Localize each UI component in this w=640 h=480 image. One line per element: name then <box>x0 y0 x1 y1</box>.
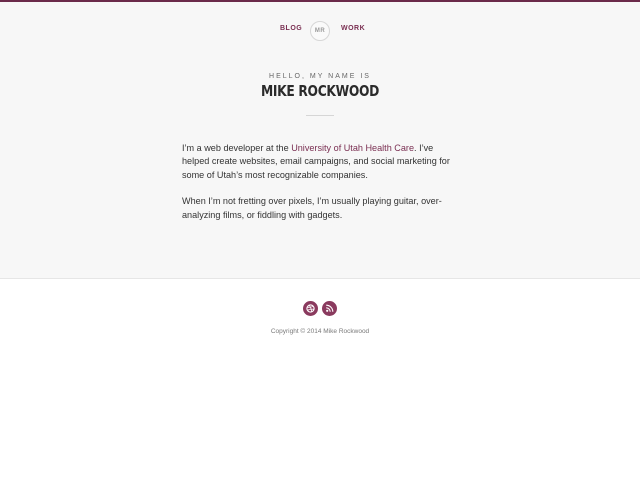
nav-blog-link[interactable]: BLOG <box>280 25 302 32</box>
bio: I’m a web developer at the University of… <box>182 142 458 235</box>
bio-paragraph-2: When I’m not fretting over pixels, I’m u… <box>182 196 442 220</box>
bio-text: I’m a web developer at the <box>182 143 292 153</box>
bio-paragraph-1: I’m a web developer at the University of… <box>182 142 458 182</box>
dribbble-icon <box>306 304 315 313</box>
title-divider <box>306 115 334 116</box>
copyright-text: Copyright © 2014 Mike Rockwood <box>270 328 370 335</box>
logo-badge[interactable]: MR <box>310 21 330 41</box>
employer-link[interactable]: University of Utah Health Care <box>291 143 414 153</box>
social-links <box>303 301 339 316</box>
rss-icon <box>326 304 334 312</box>
page-title: MIKE ROCKWOOD <box>261 82 379 100</box>
rss-button[interactable] <box>322 301 337 316</box>
hero-section: BLOG MR WORK HELLO, MY NAME IS MIKE ROCK… <box>0 2 640 279</box>
page: BLOG MR WORK HELLO, MY NAME IS MIKE ROCK… <box>0 0 640 480</box>
greeting-text: HELLO, MY NAME IS <box>269 73 371 80</box>
dribbble-button[interactable] <box>303 301 318 316</box>
main-nav: BLOG MR WORK <box>0 21 640 41</box>
nav-work-link[interactable]: WORK <box>341 25 365 32</box>
